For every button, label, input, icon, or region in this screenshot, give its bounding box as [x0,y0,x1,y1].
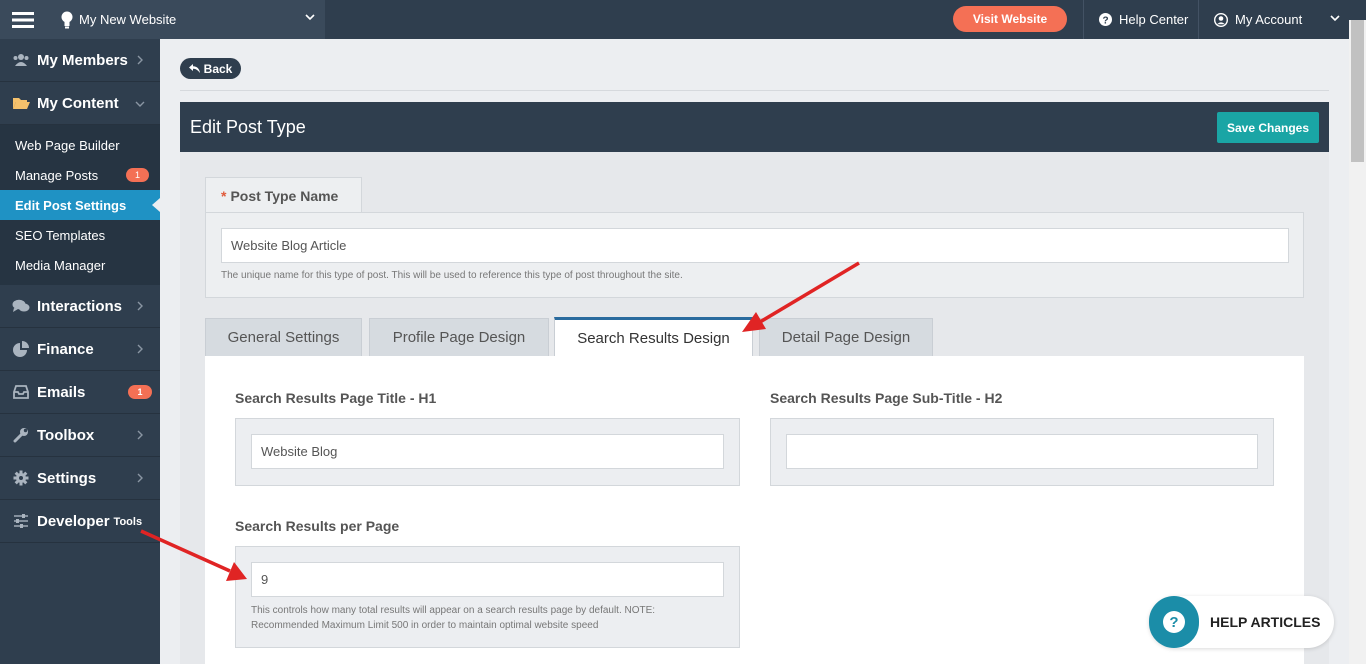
lightbulb-icon [61,11,73,28]
folder-open-icon [13,98,30,109]
hamburger-icon [11,11,34,28]
back-button[interactable]: Back [180,58,241,79]
help-articles-label: HELP ARTICLES [1210,614,1321,630]
results-per-page-input[interactable]: 9 [251,562,724,597]
tab-detail-page-design[interactable]: Detail Page Design [759,318,933,356]
count-badge: 1 [126,168,149,182]
save-changes-button[interactable]: Save Changes [1217,112,1319,143]
h1-title-input[interactable]: Website Blog [251,434,724,469]
page-scrollbar[interactable] [1349,20,1366,664]
site-selector[interactable]: My New Website [45,0,325,39]
per-page-hint: This controls how many total results wil… [251,605,656,631]
post-type-name-section: Website Blog Article The unique name for… [205,212,1304,298]
sub-item-label: Media Manager [15,257,106,273]
pie-chart-icon [13,341,29,357]
tab-profile-page-design[interactable]: Profile Page Design [369,318,549,356]
chevron-down-icon [135,101,145,107]
sidebar-item-label: Settings [37,469,97,487]
visit-website-button[interactable]: Visit Website [953,6,1067,32]
comments-icon [12,299,30,312]
menu-toggle-button[interactable] [0,0,45,39]
chevron-right-icon [137,55,143,65]
tab-content: Search Results Page Title - H1 Website B… [205,356,1304,664]
divider [180,90,1329,91]
chevron-right-icon [137,344,143,354]
sidebar-sub-edit-post-settings[interactable]: Edit Post Settings [0,190,160,220]
h1-field-box: Website Blog [235,418,740,486]
sidebar-item-label: My Content [37,94,119,112]
edit-post-type-panel: Edit Post Type Save Changes * Post Type … [180,102,1329,664]
chevron-right-icon [137,430,143,440]
post-type-name-label: * Post Type Name [205,177,362,213]
chevron-down-icon [1330,15,1340,22]
h2-subtitle-input[interactable] [786,434,1258,469]
required-mark: * [221,187,227,204]
h2-field-label: Search Results Page Sub-Title - H2 [770,390,1003,406]
sidebar-item-finance[interactable]: Finance [0,328,160,371]
page-title: Edit Post Type [190,116,306,137]
question-circle-icon: ? [1099,13,1112,26]
sub-item-label: Edit Post Settings [15,197,127,213]
sidebar-item-label: Finance [37,340,94,358]
my-account-label: My Account [1235,12,1303,27]
chevron-right-icon [137,301,143,311]
tab-general-settings[interactable]: General Settings [205,318,362,356]
sidebar-sub-media-manager[interactable]: Media Manager [0,250,160,280]
sidebar-item-content[interactable]: My Content [0,82,160,125]
inbox-icon [13,385,29,399]
site-name: My New Website [79,12,177,27]
sliders-icon [14,514,28,528]
back-label: Back [203,61,233,76]
help-center-label: Help Center [1119,12,1189,27]
field-label: Post Type Name [230,187,339,204]
sidebar-item-label: Interactions [37,297,123,315]
content-submenu: Web Page Builder Manage Posts 1 Edit Post… [0,125,160,285]
per-page-field-label: Search Results per Page [235,518,400,534]
sidebar-sub-manage-posts[interactable]: Manage Posts 1 [0,160,160,190]
sidebar-item-label: Emails [37,383,86,401]
sidebar-item-interactions[interactable]: Interactions [0,285,160,328]
my-account-menu[interactable]: My Account [1198,0,1348,39]
sidebar-sub-web-page-builder[interactable]: Web Page Builder [0,130,160,160]
panel-header: Edit Post Type Save Changes [180,102,1329,152]
sidebar-item-members[interactable]: My Members [0,39,160,82]
help-articles-button[interactable]: ? HELP ARTICLES [1149,596,1334,648]
question-icon: ? [1149,596,1199,648]
h2-field-box [770,418,1274,486]
user-circle-icon [1214,12,1228,27]
post-type-name-hint: The unique name for this type of post. T… [221,270,683,281]
sub-item-label: Web Page Builder [15,137,120,153]
post-type-name-input[interactable]: Website Blog Article [221,228,1289,263]
wrench-icon [13,428,28,443]
sub-item-label: Manage Posts [15,167,99,183]
gear-icon [13,470,29,486]
sidebar-item-toolbox[interactable]: Toolbox [0,414,160,457]
h1-field-label: Search Results Page Title - H1 [235,390,437,406]
sidebar: My Members My Content Web Page Builder M… [0,39,160,664]
chevron-right-icon [137,473,143,483]
sidebar-item-developer[interactable]: Developer Tools [0,500,160,543]
help-center-link[interactable]: ? Help Center [1083,0,1198,39]
sidebar-item-settings[interactable]: Settings [0,457,160,500]
tab-search-results-design[interactable]: Search Results Design [554,317,753,357]
sidebar-item-label: My Members [37,51,128,69]
sidebar-item-label: Developer [37,512,110,530]
chevron-down-icon [305,14,315,21]
sidebar-item-emails[interactable]: Emails 1 [0,371,160,414]
per-page-field-box: 9 This controls how many total results w… [235,546,740,648]
sidebar-item-label: Toolbox [37,426,95,444]
top-bar: My New Website Visit Website ? Help Cent… [0,0,1366,39]
count-badge: 1 [128,385,152,399]
sidebar-sub-seo-templates[interactable]: SEO Templates [0,220,160,250]
users-icon [13,54,29,66]
sidebar-item-sublabel: Tools [113,516,143,528]
sub-item-label: SEO Templates [15,227,106,243]
scrollbar-thumb[interactable] [1351,20,1364,162]
svg-text:?: ? [1102,16,1108,27]
reply-arrow-icon [188,64,200,73]
